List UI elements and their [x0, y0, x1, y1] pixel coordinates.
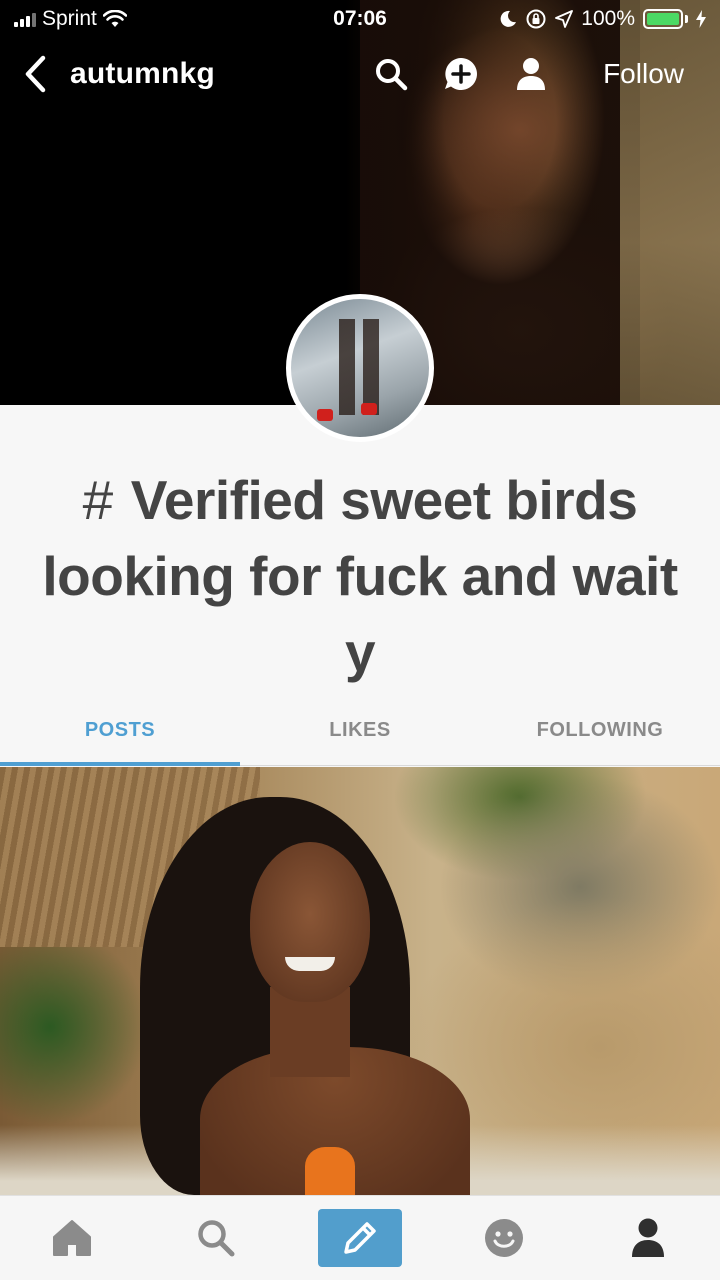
follow-button[interactable]: Follow: [603, 58, 684, 90]
activity-icon: [485, 1219, 523, 1257]
rotation-lock-icon: [526, 9, 546, 29]
home-icon: [53, 1220, 91, 1256]
post-image-subject: [285, 957, 335, 971]
user-icon: [517, 58, 546, 90]
bottom-tab-bar: [0, 1195, 720, 1280]
blog-title-area: # Verified sweet birds looking for fuck a…: [40, 462, 680, 690]
avatar[interactable]: [286, 294, 434, 442]
post-image-subject: [250, 842, 370, 1002]
battery-icon: [643, 9, 688, 29]
title-hash-icon: #: [82, 469, 114, 531]
back-button[interactable]: [0, 42, 70, 106]
add-comment-button[interactable]: [441, 54, 481, 94]
avatar-detail: [317, 409, 333, 421]
tab-bar-activity[interactable]: [432, 1196, 576, 1280]
status-bar: Sprint 07:06 100%: [0, 0, 720, 38]
post-image-subject: [305, 1147, 355, 1195]
moon-icon: [500, 10, 517, 27]
compose-icon: [344, 1222, 376, 1254]
tab-bar-account[interactable]: [576, 1196, 720, 1280]
user-button[interactable]: [511, 54, 551, 94]
post-image[interactable]: [0, 767, 720, 1195]
search-icon: [376, 59, 408, 91]
compose-button[interactable]: [318, 1209, 402, 1267]
avatar-detail: [361, 403, 377, 415]
tab-likes[interactable]: LIKES: [240, 696, 480, 765]
tab-bar-home[interactable]: [0, 1196, 144, 1280]
tab-bar-compose[interactable]: [288, 1196, 432, 1280]
account-icon: [632, 1218, 664, 1257]
status-right: 100%: [499, 7, 706, 31]
blog-title-text: Verified sweet birds looking for fuck an…: [42, 469, 678, 683]
blog-title: # Verified sweet birds looking for fuck a…: [40, 462, 680, 690]
nav-bar: autumnkg Follow: [0, 42, 720, 106]
carrier-label: Sprint: [42, 7, 97, 30]
blog-name: autumnkg: [70, 57, 215, 90]
nav-actions: Follow: [371, 54, 720, 94]
search-icon: [198, 1220, 235, 1257]
search-button[interactable]: [371, 54, 411, 94]
back-icon: [25, 55, 46, 93]
status-left: Sprint: [14, 7, 499, 31]
charging-icon: [696, 10, 706, 28]
tab-bar-search[interactable]: [144, 1196, 288, 1280]
profile-tabs: POSTS LIKES FOLLOWING: [0, 696, 720, 766]
add-comment-icon: [445, 58, 478, 90]
avatar-figure: [339, 319, 379, 415]
signal-icon: [14, 11, 36, 27]
tab-posts[interactable]: POSTS: [0, 696, 240, 766]
tab-following[interactable]: FOLLOWING: [480, 696, 720, 765]
location-icon: [555, 10, 574, 28]
battery-percent: 100%: [581, 7, 635, 30]
wifi-icon: [102, 10, 127, 27]
